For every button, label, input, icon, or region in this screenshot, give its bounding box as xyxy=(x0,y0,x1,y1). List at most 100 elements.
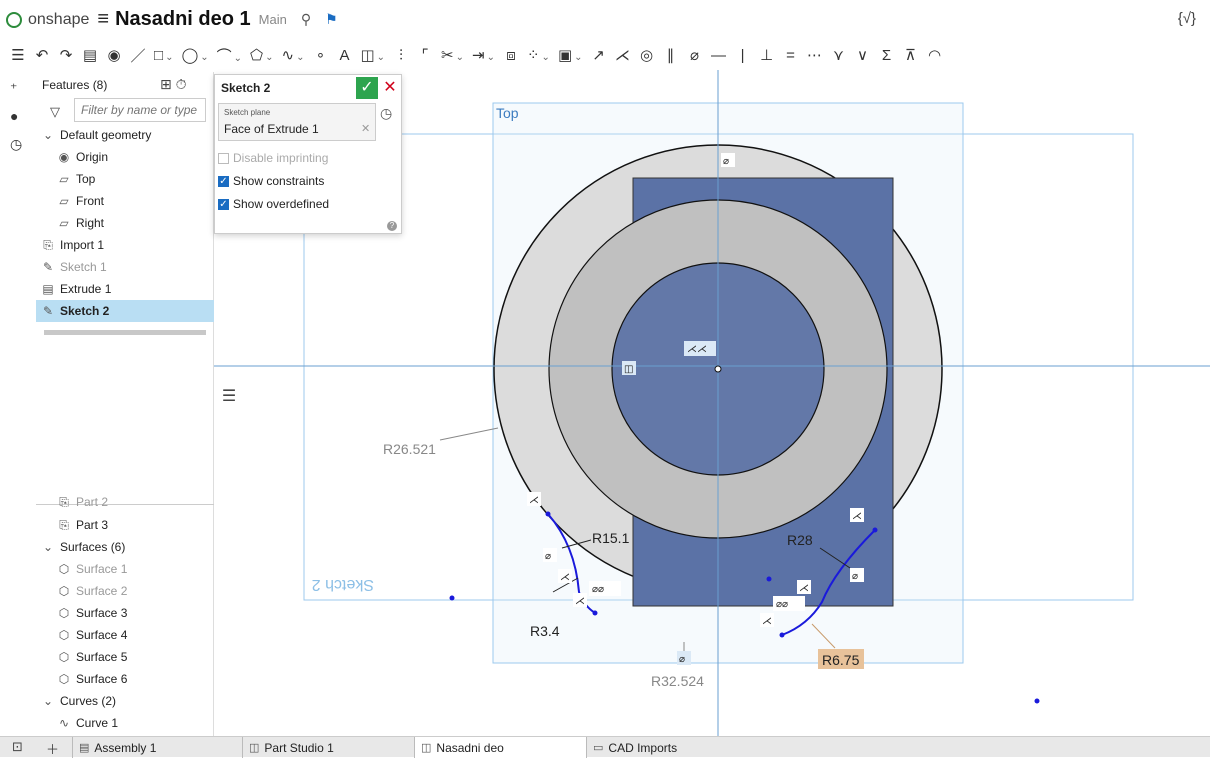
feature-scrollbar[interactable] xyxy=(44,330,206,335)
tree-item-extrude-1[interactable]: ▤ Extrude 1 xyxy=(40,278,218,300)
tree-item-import[interactable]: ⎘ Import 1 xyxy=(40,234,218,256)
dimension-r28[interactable]: R28 xyxy=(787,532,813,548)
line-icon[interactable]: ／ xyxy=(130,45,146,66)
spline-icon[interactable]: ∿ xyxy=(281,46,304,64)
cancel-x-icon[interactable]: ✕ xyxy=(381,77,399,99)
hamburger-icon[interactable]: ≡ xyxy=(97,8,109,31)
mirror-icon[interactable]: ⫶ xyxy=(393,47,409,64)
render-icon[interactable]: ◉ xyxy=(106,46,122,64)
tab-assembly-1[interactable]: ▤ Assembly 1 xyxy=(72,737,242,758)
tree-item-surface-3[interactable]: ⬡ Surface 3 xyxy=(56,602,234,624)
insert-feature-icon[interactable]: ⁺ xyxy=(10,80,17,97)
tree-item-sketch-2[interactable]: ✎ Sketch 2 xyxy=(36,300,214,322)
chevron-down-icon[interactable]: ⌄ xyxy=(40,540,56,554)
origin-point[interactable] xyxy=(714,365,722,373)
tree-item-right[interactable]: ▱ Right xyxy=(56,212,234,234)
accept-check-icon[interactable]: ✓ xyxy=(356,77,378,99)
undo-icon[interactable]: ↶ xyxy=(34,46,50,64)
fillet-icon[interactable]: ⌜ xyxy=(417,46,433,64)
fix-icon[interactable]: ⊼ xyxy=(903,46,919,64)
curvature-icon[interactable]: ◠ xyxy=(927,46,943,64)
filter-icon[interactable]: ▽ xyxy=(50,104,60,120)
clear-x-icon[interactable]: ✕ xyxy=(361,122,370,135)
sketch-point[interactable] xyxy=(449,595,455,601)
dimension-r151[interactable]: R15.1 xyxy=(592,530,630,546)
show-constraints-row[interactable]: ✓ Show constraints xyxy=(218,174,324,188)
tree-item-part-3[interactable]: ⎘ Part 3 xyxy=(56,514,234,536)
sketch-point[interactable] xyxy=(545,511,551,517)
disable-imprinting-checkbox[interactable] xyxy=(218,152,229,164)
comments-icon[interactable]: ● xyxy=(10,108,18,124)
text-icon[interactable]: A xyxy=(336,47,352,64)
sketch-point[interactable] xyxy=(779,632,785,638)
sketch-point[interactable] xyxy=(872,527,878,533)
midpoint-icon[interactable]: ⋯ xyxy=(807,46,823,64)
tree-item-surface-5[interactable]: ⬡ Surface 5 xyxy=(56,646,234,668)
sketch-point[interactable] xyxy=(766,576,772,582)
circle-icon[interactable]: ◯ xyxy=(181,46,208,64)
dimension-r34[interactable]: R3.4 xyxy=(530,623,560,639)
pierce-icon[interactable]: ∨ xyxy=(855,46,871,64)
image-icon[interactable]: ◫ xyxy=(360,46,385,64)
tree-item-part-2[interactable]: ⎘ Part 2 xyxy=(56,496,234,508)
horizontal-icon[interactable]: — xyxy=(711,47,727,64)
show-constraints-checkbox[interactable]: ✓ xyxy=(218,175,229,187)
tree-item-top[interactable]: ▱ Top xyxy=(56,168,234,190)
feature-panel-actions[interactable]: ⊞ ⏱ xyxy=(160,76,187,93)
sketch-point[interactable] xyxy=(592,610,598,616)
filter-input[interactable] xyxy=(74,98,206,122)
tree-group-curves[interactable]: ⌄ Curves (2) xyxy=(40,690,218,712)
tree-item-origin[interactable]: ◉ Origin xyxy=(56,146,234,168)
dimension-r675[interactable]: R6.75 xyxy=(822,652,860,668)
document-title[interactable]: Nasadni deo 1 xyxy=(115,8,251,31)
concentric-icon[interactable]: ◎ xyxy=(639,46,655,64)
list-toggle-icon[interactable]: ☰ xyxy=(214,382,244,412)
sketch-plane-field[interactable]: Sketch plane Face of Extrude 1 ✕ xyxy=(218,103,376,141)
redo-icon[interactable]: ↷ xyxy=(58,46,74,64)
tree-group-default-geometry[interactable]: ⌄ Default geometry xyxy=(40,124,218,146)
tree-item-surface-2[interactable]: ⬡ Surface 2 xyxy=(56,580,234,602)
education-icon[interactable]: ⚑ xyxy=(325,11,338,28)
tab-manager-icon[interactable]: ⊡ xyxy=(12,739,23,755)
history-icon[interactable]: ◷ xyxy=(10,136,22,153)
history-clock-icon[interactable]: ◷ xyxy=(380,105,392,122)
tree-item-front[interactable]: ▱ Front xyxy=(56,190,234,212)
trim-icon[interactable]: ✂ xyxy=(441,46,464,64)
show-overdefined-checkbox[interactable]: ✓ xyxy=(218,198,229,210)
point-icon[interactable]: ∘ xyxy=(312,46,328,64)
coincident-icon[interactable]: ⋌ xyxy=(615,46,631,64)
link-icon[interactable]: ⚲ xyxy=(301,11,311,28)
use-icon[interactable]: ↗ xyxy=(591,46,607,64)
normal-icon[interactable]: ⋎ xyxy=(831,46,847,64)
dimension-r26521[interactable]: R26.521 xyxy=(383,441,436,457)
vertical-icon[interactable]: | xyxy=(735,47,751,64)
tangent-icon[interactable]: ⌀ xyxy=(687,46,703,64)
tree-item-surface-6[interactable]: ⬡ Surface 6 xyxy=(56,668,234,690)
variable-studio-icon[interactable]: {√} xyxy=(1178,10,1196,27)
add-tab-icon[interactable]: ＋ xyxy=(46,739,59,758)
polygon-icon[interactable]: ⬠ xyxy=(250,46,273,64)
dxf-icon[interactable]: ▣ xyxy=(558,46,583,64)
chevron-down-icon[interactable]: ⌄ xyxy=(40,694,56,708)
parallel-icon[interactable]: ∥ xyxy=(663,46,679,64)
show-overdefined-row[interactable]: ✓ Show overdefined xyxy=(218,197,329,211)
tab-part-studio-1[interactable]: ◫ Part Studio 1 xyxy=(242,737,414,758)
arc-icon[interactable]: ⌒ xyxy=(217,45,242,66)
feature-list-icon[interactable]: ☰ xyxy=(10,46,26,64)
offset-icon[interactable]: ⧈ xyxy=(503,47,519,64)
sketch-point[interactable] xyxy=(1034,698,1040,704)
branch-label[interactable]: Main xyxy=(259,12,287,27)
tab-nasadni-deo[interactable]: ◫ Nasadni deo xyxy=(414,737,586,758)
tree-item-sketch-1[interactable]: ✎ Sketch 1 xyxy=(40,256,218,278)
dimension-r32524[interactable]: R32.524 xyxy=(651,673,704,689)
equal-icon[interactable]: = xyxy=(783,47,799,64)
disable-imprinting-row[interactable]: Disable imprinting xyxy=(218,151,328,165)
chevron-down-icon[interactable]: ⌄ xyxy=(40,128,56,142)
perpendicular-icon[interactable]: ⊥ xyxy=(759,46,775,64)
extend-icon[interactable]: ⇥ xyxy=(472,46,495,64)
tree-group-surfaces[interactable]: ⌄ Surfaces (6) xyxy=(40,536,218,558)
pattern-icon[interactable]: ⁘ xyxy=(527,46,550,64)
tree-item-curve-1[interactable]: ∿ Curve 1 xyxy=(56,712,234,734)
rectangle-icon[interactable]: □ xyxy=(154,47,173,64)
brand-name[interactable]: onshape xyxy=(28,11,89,29)
